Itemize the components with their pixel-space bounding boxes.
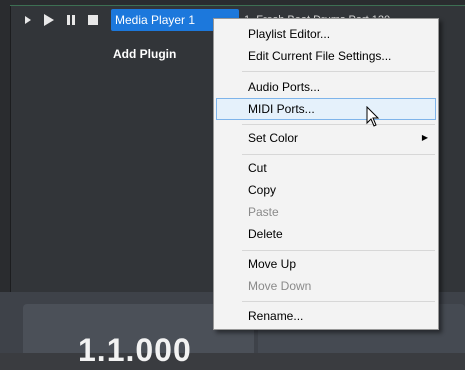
add-plugin-button[interactable]: Add Plugin [113,47,176,61]
menu-item-copy[interactable]: Copy [216,179,436,201]
menu-item-midi-ports[interactable]: MIDI Ports... [216,98,436,120]
menu-separator [242,124,435,125]
stop-icon [82,10,104,30]
left-strip [0,0,11,292]
menu-item-delete[interactable]: Delete [216,223,436,245]
play-icon [38,10,60,30]
pause-button[interactable] [60,9,82,31]
menu-item-label: Set Color [248,131,299,145]
stop-button[interactable] [82,9,104,31]
context-menu: Playlist Editor... Edit Current File Set… [213,18,439,330]
menu-item-rename[interactable]: Rename... [216,305,436,327]
menu-item-edit-file-settings[interactable]: Edit Current File Settings... [216,45,436,67]
menu-separator [242,71,435,72]
menu-item-cut[interactable]: Cut [216,157,436,179]
play-small-icon [17,10,39,30]
submenu-arrow-icon: ▶ [421,133,428,142]
mouse-cursor-icon [366,106,380,127]
position-counter: 1.1.000 [78,332,192,368]
menu-item-set-color[interactable]: Set Color ▶ [216,127,436,149]
transport-play-small[interactable] [17,9,39,31]
pause-icon [60,10,82,30]
menu-separator [242,301,435,302]
menu-item-paste[interactable]: Paste [216,201,436,223]
menu-item-move-up[interactable]: Move Up [216,253,436,275]
play-button[interactable] [38,9,60,31]
menu-separator [242,250,435,251]
menu-item-move-down[interactable]: Move Down [216,275,436,297]
top-accent-line [10,5,465,6]
menu-separator [242,154,435,155]
menu-item-playlist-editor[interactable]: Playlist Editor... [216,23,436,45]
menu-item-audio-ports[interactable]: Audio Ports... [216,76,436,98]
